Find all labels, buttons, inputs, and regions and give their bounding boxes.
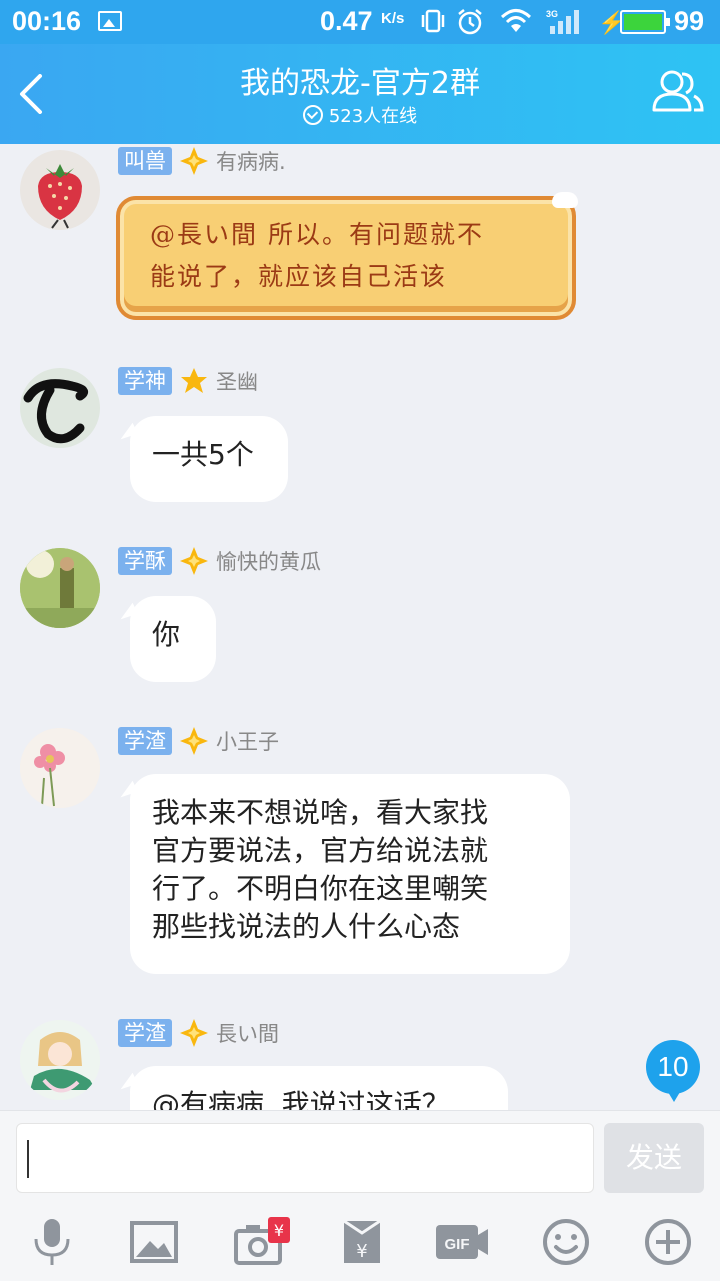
avatar[interactable]	[20, 150, 100, 230]
member-title-badge: 学渣	[118, 1019, 172, 1047]
image-icon[interactable]	[126, 1217, 182, 1267]
message-text-line: 能说了，就应该自己活该	[150, 262, 448, 291]
send-button[interactable]: 发送	[604, 1123, 704, 1193]
battery-level: 99	[674, 6, 705, 36]
sender-nickname[interactable]: 圣幽	[216, 366, 258, 396]
plus-icon[interactable]	[640, 1217, 696, 1267]
group-title[interactable]: 我的恐龙-官方2群	[0, 58, 720, 102]
message-text-line: @長い間 所以。有问题就不	[150, 220, 484, 249]
message-bubble[interactable]: 你	[130, 596, 216, 682]
message-bubble-decorated[interactable]: @長い間 所以。有问题就不 能说了，就应该自己活该	[116, 192, 578, 320]
photo-avatar-icon	[20, 548, 100, 628]
signal-icon: 3G	[546, 9, 579, 34]
message-input[interactable]	[16, 1123, 594, 1193]
svg-text:¥: ¥	[274, 1221, 284, 1240]
status-time: 00:16	[12, 6, 82, 36]
network-speed-unit: K/s	[381, 10, 405, 27]
sender-nickname[interactable]: 有病病.	[216, 146, 286, 176]
sender-line: 叫兽 有病病.	[118, 146, 286, 176]
gallery-notification-icon	[98, 11, 122, 31]
emoji-icon[interactable]	[538, 1217, 594, 1267]
red-envelope-icon[interactable]: ¥	[334, 1217, 390, 1267]
diamond-star-icon	[180, 727, 208, 755]
input-bar: 发送 ¥ ¥ GIF	[0, 1110, 720, 1281]
online-check-icon	[302, 105, 323, 125]
group-members-icon[interactable]	[650, 66, 704, 116]
text-caret	[27, 1140, 29, 1178]
avatar[interactable]	[20, 1020, 100, 1100]
message-list[interactable]: 叫兽 有病病. @長い間 所以。有问题就不 能说了，就应该自己活该 学神 圣幽 一共…	[0, 144, 720, 1122]
message-text-line: 官方要说法，官方给说法就	[152, 834, 489, 867]
sender-line: 学酥 愉快的黄瓜	[118, 546, 321, 576]
strawberry-avatar-icon	[38, 164, 82, 229]
sender-nickname[interactable]: 長い間	[216, 1018, 279, 1048]
network-speed: 0.47	[320, 6, 373, 36]
gif-icon[interactable]: GIF	[434, 1217, 490, 1267]
member-title-badge: 学渣	[118, 727, 172, 755]
online-count-text: 523人在线	[328, 106, 418, 127]
alarm-icon	[458, 9, 482, 35]
message-bubble[interactable]: 一共5个	[130, 416, 288, 502]
avatar[interactable]	[20, 548, 100, 628]
vibrate-icon	[421, 9, 445, 33]
member-title-badge: 叫兽	[118, 147, 172, 175]
letter-t-avatar-icon	[23, 379, 88, 444]
unread-count-badge[interactable]: 10	[646, 1040, 700, 1102]
sender-line: 学渣 長い間	[118, 1018, 279, 1048]
sender-nickname[interactable]: 愉快的黄瓜	[216, 546, 321, 576]
avatar[interactable]	[20, 368, 100, 448]
wifi-icon	[500, 9, 532, 32]
message-text-line: 我本来不想说啥，看大家找	[152, 796, 489, 829]
svg-text:GIF: GIF	[445, 1236, 470, 1253]
message-text-line: 行了。不明白你在这里嘲笑	[152, 872, 489, 905]
sender-line: 学渣 小王子	[118, 726, 279, 756]
message-text-line: 那些找说法的人什么心态	[152, 910, 461, 943]
diamond-star-icon	[180, 547, 208, 575]
message-bubble[interactable]: 我本来不想说啥，看大家找 官方要说法，官方给说法就 行了。不明白你在这里嘲笑 那…	[130, 774, 570, 974]
member-title-badge: 学酥	[118, 547, 172, 575]
diamond-star-icon	[180, 147, 208, 175]
microphone-icon[interactable]	[24, 1217, 80, 1267]
input-toolbar: ¥ ¥ GIF	[0, 1207, 720, 1277]
battery-icon	[620, 10, 670, 34]
member-title-badge: 学神	[118, 367, 172, 395]
anime-avatar-icon	[20, 1020, 100, 1100]
status-bar: 00:16 0.47 K/s 3G ⚡ 99	[0, 0, 720, 44]
star-icon	[181, 368, 207, 393]
svg-text:3G: 3G	[546, 9, 558, 19]
online-count: 523人在线	[0, 102, 720, 128]
avatar[interactable]	[20, 728, 100, 808]
flower-avatar-icon	[20, 728, 100, 808]
sender-line: 学神 圣幽	[118, 366, 258, 396]
camera-redpacket-icon[interactable]: ¥	[232, 1217, 294, 1267]
sender-nickname[interactable]: 小王子	[216, 726, 279, 756]
diamond-star-icon	[180, 1019, 208, 1047]
chat-header: 我的恐龙-官方2群 523人在线	[0, 44, 720, 144]
svg-text:¥: ¥	[356, 1241, 367, 1262]
